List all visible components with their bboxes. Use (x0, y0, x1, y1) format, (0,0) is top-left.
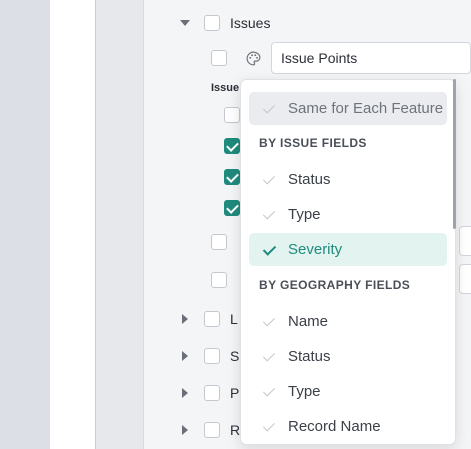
check-icon (263, 103, 275, 115)
issues-checkbox[interactable] (204, 15, 220, 31)
option-issue-status[interactable]: Status (249, 163, 447, 196)
issues-label-wrap: Issues (230, 14, 270, 32)
sub-checkbox-2[interactable] (224, 138, 240, 154)
sub-row-2 (224, 138, 240, 154)
caret-right-icon[interactable] (182, 314, 188, 324)
issue-sub-label: Issue (211, 82, 240, 94)
left-rail (0, 0, 50, 449)
option-issue-type[interactable]: Type (249, 198, 447, 231)
layer-s-label-wrap: S (230, 347, 239, 365)
sub-row-5 (211, 234, 227, 250)
layer-l-checkbox-wrap (204, 311, 220, 327)
layer-row-s-caret (182, 350, 188, 362)
layer-row-p-caret (182, 387, 188, 399)
style-select[interactable]: Issue Points (271, 42, 471, 74)
style-select-value: Issue Points (281, 50, 358, 66)
option-label: Same for Each Feature (288, 100, 444, 117)
sub-row-3 (224, 169, 240, 185)
option-geo-record-name[interactable]: Record Name (249, 410, 447, 443)
geography-fields-header: BY GEOGRAPHY FIELDS (259, 278, 411, 292)
layer-label-s: S (230, 348, 240, 364)
caret-right-icon[interactable] (182, 388, 188, 398)
issues-label: Issues (230, 15, 271, 31)
sub-checkbox-4[interactable] (224, 200, 240, 216)
field-input-stub-2[interactable] (459, 264, 471, 294)
option-same-for-each[interactable]: Same for Each Feature (249, 92, 447, 125)
check-icon (263, 209, 275, 221)
layer-label-r: R (230, 422, 241, 438)
sub-checkbox-1[interactable] (224, 107, 240, 123)
layer-label-p: P (230, 385, 240, 401)
layer-s-checkbox-wrap (204, 348, 220, 364)
option-issue-severity[interactable]: Severity (249, 233, 447, 266)
sub-checkbox-3[interactable] (224, 169, 240, 185)
layer-l-label-wrap: L (230, 310, 238, 328)
sub-checkbox-5[interactable] (211, 234, 227, 250)
layer-p-label-wrap: P (230, 384, 239, 402)
check-icon (263, 244, 275, 256)
style-checkbox-wrap (211, 50, 227, 66)
sidebar-strip (50, 0, 95, 449)
option-label: Name (288, 313, 329, 330)
sub-checkbox-6[interactable] (211, 272, 227, 288)
field-input-stub-1[interactable] (459, 226, 471, 256)
dropdown-scrollbar[interactable] (453, 79, 456, 229)
option-label: Type (288, 383, 321, 400)
sub-row-4 (224, 200, 240, 216)
option-label: Status (288, 171, 331, 188)
layer-row-r-caret (182, 424, 188, 436)
layer-checkbox-l[interactable] (204, 311, 220, 327)
palette-icon[interactable] (245, 50, 262, 67)
layer-checkbox-s[interactable] (204, 348, 220, 364)
layer-label-l: L (230, 311, 238, 327)
option-label: Record Name (288, 418, 381, 435)
layer-r-checkbox-wrap (204, 422, 220, 438)
option-label: Type (288, 206, 321, 223)
option-geo-status[interactable]: Status (249, 340, 447, 373)
option-label: Severity (288, 241, 343, 258)
option-geo-name[interactable]: Name (249, 305, 447, 338)
issue-sub-label-wrap: Issue (211, 81, 239, 95)
check-icon (263, 316, 275, 328)
caret-down-icon[interactable] (180, 20, 190, 26)
layer-checkbox-r[interactable] (204, 422, 220, 438)
sub-row-6 (211, 272, 227, 288)
palette-icon-wrap (245, 49, 263, 67)
check-icon (263, 421, 275, 433)
layer-row-l-caret (182, 313, 188, 325)
layer-row-issues (180, 15, 190, 31)
option-label: Status (288, 348, 331, 365)
issues-checkbox-wrap (204, 15, 220, 31)
color-by-dropdown: Same for Each Feature BY ISSUE FIELDS St… (240, 79, 456, 445)
option-geo-type[interactable]: Type (249, 375, 447, 408)
sub-row-1 (224, 107, 240, 123)
caret-right-icon[interactable] (182, 351, 188, 361)
check-icon (263, 386, 275, 398)
layer-p-checkbox-wrap (204, 385, 220, 401)
style-checkbox[interactable] (211, 50, 227, 66)
caret-right-icon[interactable] (182, 425, 188, 435)
layer-r-label-wrap: R (230, 421, 240, 439)
issue-fields-header: BY ISSUE FIELDS (259, 136, 367, 150)
layer-checkbox-p[interactable] (204, 385, 220, 401)
indent-gutter (96, 0, 143, 449)
check-icon (263, 351, 275, 363)
check-icon (263, 174, 275, 186)
